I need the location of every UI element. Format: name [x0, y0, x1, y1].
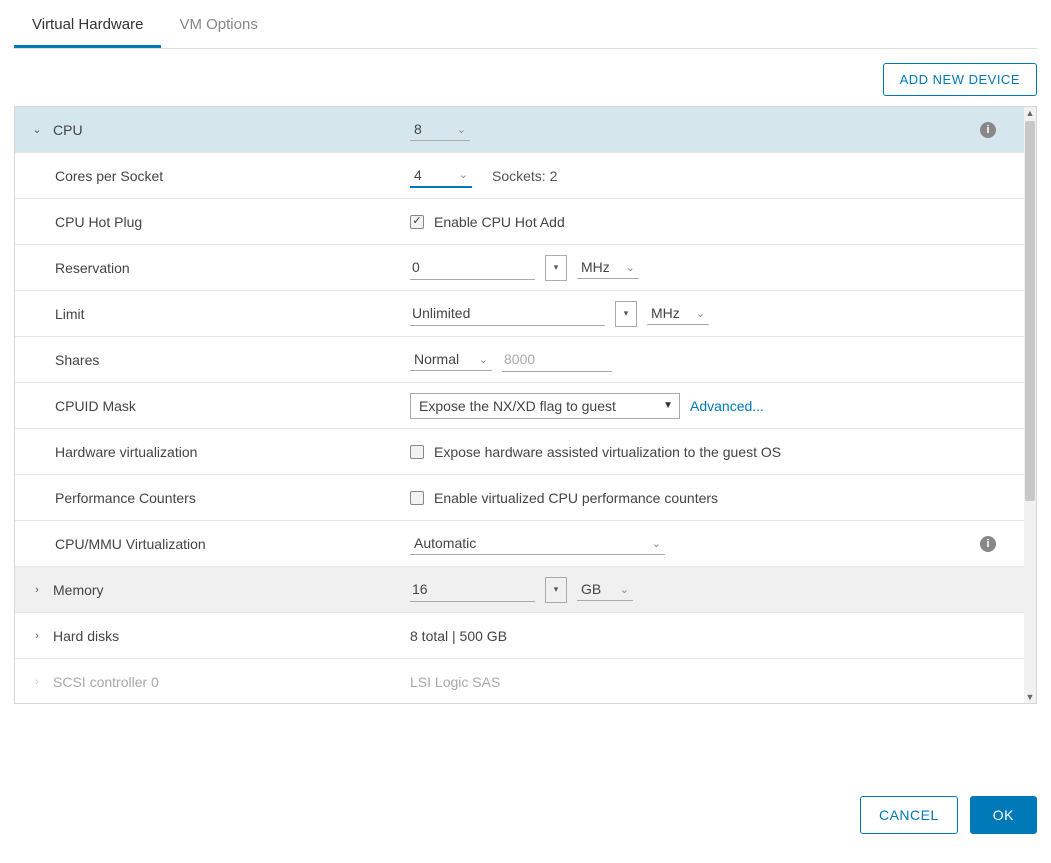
limit-input[interactable]: [410, 301, 605, 326]
ok-button[interactable]: OK: [970, 796, 1037, 834]
vertical-scrollbar[interactable]: ▲ ▼: [1024, 107, 1036, 703]
row-cpu-hot-plug: CPU Hot Plug Enable CPU Hot Add: [15, 199, 1024, 245]
memory-label: Memory: [53, 582, 104, 598]
cpu-mmu-select[interactable]: Automatic ⌄: [410, 532, 665, 555]
scroll-up-icon[interactable]: ▲: [1024, 107, 1036, 119]
hw-virt-checkbox[interactable]: [410, 445, 424, 459]
row-reservation: Reservation ▾ MHz ⌄: [15, 245, 1024, 291]
shares-value-input[interactable]: [502, 347, 612, 372]
limit-label: Limit: [15, 306, 410, 322]
row-shares: Shares Normal ⌄: [15, 337, 1024, 383]
tab-virtual-hardware[interactable]: Virtual Hardware: [14, 4, 161, 48]
memory-unit-select[interactable]: GB ⌄: [577, 578, 633, 601]
chevron-right-icon: ›: [31, 584, 43, 596]
chevron-down-icon: ⌄: [31, 123, 43, 136]
shares-label: Shares: [15, 352, 410, 368]
memory-input[interactable]: [410, 577, 535, 602]
reservation-stepper[interactable]: ▾: [545, 255, 567, 281]
row-cpuid-mask: CPUID Mask Expose the NX/XD flag to gues…: [15, 383, 1024, 429]
cpu-mmu-label: CPU/MMU Virtualization: [15, 536, 410, 552]
cpu-count-value: 8: [414, 121, 422, 137]
info-icon[interactable]: i: [980, 536, 996, 552]
row-cores-per-socket: Cores per Socket 4 ⌄ Sockets: 2: [15, 153, 1024, 199]
memory-stepper[interactable]: ▾: [545, 577, 567, 603]
chevron-right-icon: ›: [31, 630, 43, 642]
limit-unit-select[interactable]: MHz ⌄: [647, 302, 709, 325]
chevron-right-icon: ›: [31, 676, 43, 688]
hard-disks-label: Hard disks: [53, 628, 119, 644]
settings-panel: ⌄ CPU 8 ⌄ i Cores per Socket 4 ⌄ Sockets…: [14, 106, 1037, 704]
limit-stepper[interactable]: ▾: [615, 301, 637, 327]
reservation-label: Reservation: [15, 260, 410, 276]
memory-unit-value: GB: [581, 581, 601, 597]
section-cpu[interactable]: ⌄ CPU 8 ⌄ i: [15, 107, 1024, 153]
add-new-device-button[interactable]: ADD NEW DEVICE: [883, 63, 1037, 96]
cpu-hot-add-checkbox[interactable]: [410, 215, 424, 229]
cores-per-socket-value: 4: [414, 167, 422, 183]
row-perf-counters: Performance Counters Enable virtualized …: [15, 475, 1024, 521]
row-limit: Limit ▾ MHz ⌄: [15, 291, 1024, 337]
toolbar: ADD NEW DEVICE: [14, 49, 1037, 106]
reservation-unit-select[interactable]: MHz ⌄: [577, 256, 639, 279]
reservation-unit-value: MHz: [581, 259, 610, 275]
tab-bar: Virtual Hardware VM Options: [14, 4, 1037, 49]
section-scsi-controller-0[interactable]: › SCSI controller 0 LSI Logic SAS: [15, 659, 1024, 703]
hard-disks-summary: 8 total | 500 GB: [410, 628, 507, 644]
cpu-hot-plug-label: CPU Hot Plug: [15, 214, 410, 230]
cpuid-mask-option: Expose the NX/XD flag to guest: [419, 398, 616, 414]
scrollbar-thumb[interactable]: [1025, 121, 1035, 501]
scsi-summary: LSI Logic SAS: [410, 674, 500, 690]
shares-level-select[interactable]: Normal ⌄: [410, 348, 492, 371]
section-hard-disks[interactable]: › Hard disks 8 total | 500 GB: [15, 613, 1024, 659]
sockets-text: Sockets: 2: [492, 168, 557, 184]
hw-virt-label: Hardware virtualization: [15, 444, 410, 460]
cpuid-mask-label: CPUID Mask: [15, 398, 410, 414]
cpu-hot-add-text: Enable CPU Hot Add: [434, 214, 565, 230]
scroll-down-icon[interactable]: ▼: [1024, 691, 1036, 703]
shares-level-value: Normal: [414, 351, 459, 367]
cpu-mmu-value: Automatic: [414, 535, 476, 551]
cores-per-socket-label: Cores per Socket: [15, 168, 410, 184]
tab-vm-options[interactable]: VM Options: [161, 4, 275, 48]
perf-counters-label: Performance Counters: [15, 490, 410, 506]
perf-counters-checkbox[interactable]: [410, 491, 424, 505]
info-icon[interactable]: i: [980, 122, 996, 138]
cpuid-advanced-link[interactable]: Advanced...: [690, 398, 764, 414]
reservation-input[interactable]: [410, 255, 535, 280]
dialog-footer: CANCEL OK: [14, 704, 1037, 848]
row-hw-virt: Hardware virtualization Expose hardware …: [15, 429, 1024, 475]
cancel-button[interactable]: CANCEL: [860, 796, 958, 834]
section-memory[interactable]: › Memory ▾ GB ⌄: [15, 567, 1024, 613]
cpuid-mask-select[interactable]: Expose the NX/XD flag to guest ▼: [410, 393, 680, 419]
scsi-label: SCSI controller 0: [53, 674, 159, 690]
perf-counters-text: Enable virtualized CPU performance count…: [434, 490, 718, 506]
cpu-count-select[interactable]: 8 ⌄: [410, 118, 470, 141]
cores-per-socket-select[interactable]: 4 ⌄: [410, 164, 472, 188]
hw-virt-text: Expose hardware assisted virtualization …: [434, 444, 781, 460]
section-cpu-label: CPU: [53, 122, 83, 138]
limit-unit-value: MHz: [651, 305, 680, 321]
row-cpu-mmu: CPU/MMU Virtualization Automatic ⌄ i: [15, 521, 1024, 567]
